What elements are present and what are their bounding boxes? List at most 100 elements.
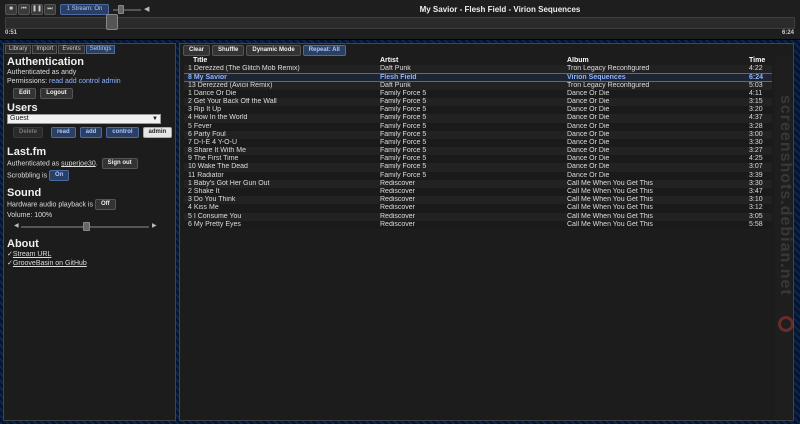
cell-album: Call Me When You Get This (567, 220, 653, 228)
volume-down-icon: ◀ (144, 6, 150, 13)
now-playing-title: My Savior - Flesh Field - Virion Sequenc… (419, 5, 581, 14)
perm-control-toggle[interactable]: control (106, 127, 139, 138)
repeat-button[interactable]: Repeat: All (302, 45, 346, 56)
github-link[interactable]: GrooveBasin on GitHub (13, 260, 87, 267)
table-row[interactable]: 5 Fever Family Force 5 Dance Or Die 3:28 (184, 122, 772, 131)
previous-button[interactable]: ⏮ (18, 4, 30, 15)
column-artist[interactable]: Artist (380, 57, 566, 65)
table-row[interactable]: 4 Kiss Me Rediscover Call Me When You Get … (184, 204, 772, 213)
stream-toggle-button[interactable]: 1 Stream: On (60, 4, 109, 15)
volume-handle[interactable] (83, 222, 90, 231)
cell-title: 11 Radiator (188, 171, 224, 179)
cell-time: 3:30 (749, 179, 763, 187)
about-link-row: ✓GrooveBasin on GitHub (7, 259, 175, 268)
volume-up-icon: ▶ (152, 223, 157, 229)
clear-button[interactable]: Clear (183, 45, 211, 56)
cell-album: Dance Or Die (567, 138, 610, 146)
delete-user-button[interactable]: Delete (13, 127, 44, 138)
cell-time: 4:25 (749, 155, 763, 163)
seek-bar-handle[interactable] (106, 14, 119, 30)
cell-title: 2 Shake It (188, 188, 220, 195)
cell-title: 1 Baby's Got Her Gun Out (188, 179, 270, 187)
cell-album: Call Me When You Get This (567, 179, 653, 187)
table-row[interactable]: 1 Dance Or Die Family Force 5 Dance Or Die… (184, 89, 772, 98)
table-row[interactable]: 10 Wake The Dead Family Force 5 Dance Or D… (184, 163, 772, 172)
cell-album: Dance Or Die (567, 155, 610, 163)
cell-title: 3 Rip It Up (188, 106, 222, 114)
volume-text: Volume: 100% (7, 212, 53, 219)
cell-artist: Rediscover (380, 212, 416, 220)
cell-artist: Family Force 5 (380, 122, 427, 130)
volume-down-icon: ◀ (14, 223, 19, 229)
user-select[interactable]: Guest ▼ (7, 114, 161, 124)
perm-admin-toggle[interactable]: admin (142, 127, 173, 138)
cell-artist: Rediscover (380, 204, 416, 212)
edit-button[interactable]: Edit (13, 88, 37, 99)
auth-user-text: Authenticated as andy (7, 69, 77, 76)
cell-time: 4:11 (749, 89, 763, 97)
column-album[interactable]: Album (567, 57, 747, 65)
cell-artist: Daft Punk (380, 65, 411, 73)
cell-time: 4:22 (749, 65, 763, 73)
table-row[interactable]: 7 D-I-E 4 Y-O-U Family Force 5 Dance Or Di… (184, 138, 772, 148)
lastfm-heading: Last.fm (7, 146, 47, 158)
table-row[interactable]: 2 Get Your Back Off the Wall Family Force… (184, 97, 772, 107)
table-row[interactable]: 9 The First Time Family Force 5 Dance Or D… (184, 155, 772, 164)
logout-button[interactable]: Logout (40, 88, 73, 99)
lastfm-sign-out-button[interactable]: Sign out (101, 158, 138, 169)
auth-heading: Authentication (7, 56, 84, 68)
scrobbling-toggle[interactable]: On (49, 170, 70, 181)
column-time[interactable]: Time (749, 57, 771, 65)
tab-events[interactable]: Events (58, 45, 85, 54)
perm-add-toggle[interactable]: add (79, 127, 103, 138)
cell-title: 4 How In the World (188, 114, 248, 122)
shuffle-button[interactable]: Shuffle (212, 45, 245, 56)
table-row[interactable]: 8 My Savior Flesh Field Virion Sequences 6:… (184, 73, 772, 82)
volume-slider-handle[interactable] (118, 5, 124, 14)
tab-library[interactable]: Library (5, 45, 32, 54)
play-pause-button[interactable]: ❚❚ (31, 4, 43, 15)
table-row[interactable]: 6 Party Foul Family Force 5 Dance Or Die 3:… (184, 130, 772, 139)
tab-settings[interactable]: Settings (85, 45, 116, 54)
cell-time: 3:05 (749, 212, 763, 220)
table-row[interactable]: 5 I Consume You Rediscover Call Me When Yo… (184, 212, 772, 221)
cell-artist: Family Force 5 (380, 130, 427, 138)
settings-panel: Authentication Authenticated as andy Per… (7, 56, 175, 268)
hardware-playback-toggle[interactable]: Off (94, 199, 116, 210)
stop-button[interactable]: ■ (5, 4, 17, 15)
cell-album: Dance Or Die (567, 114, 610, 122)
cell-title: 6 Party Foul (188, 130, 226, 138)
seek-bar[interactable] (5, 17, 795, 29)
permissions-label: Permissions: (7, 78, 48, 85)
player-bar: ■ ⏮ ❚❚ ⏭ 1 Stream: On ◀ My Savior - Fles… (0, 0, 800, 40)
settings-volume-slider[interactable]: ◀ ▶ (7, 222, 175, 232)
cell-time: 5:03 (749, 81, 763, 89)
dynamic-mode-button[interactable]: Dynamic Mode (246, 45, 301, 56)
column-title[interactable]: Title (193, 57, 383, 65)
cell-time: 3:27 (749, 147, 763, 155)
table-row[interactable]: 3 Do You Think Rediscover Call Me When You… (184, 196, 772, 205)
cell-album: Tron Legacy Reconfigured (567, 81, 650, 89)
table-row[interactable]: 11 Radiator Family Force 5 Dance Or Die 3:3… (184, 171, 772, 180)
table-row[interactable]: 2 Shake It Rediscover Call Me When You Get… (184, 188, 772, 197)
table-row[interactable]: 1 Baby's Got Her Gun Out Rediscover Call M… (184, 179, 772, 188)
tab-import[interactable]: Import (32, 45, 58, 54)
stream-url-link[interactable]: Stream URL (13, 251, 52, 258)
scrobbling-line: Scrobbling is On (7, 170, 175, 182)
table-row[interactable]: 6 My Pretty Eyes Rediscover Call Me When Y… (184, 220, 772, 229)
table-row[interactable]: 13 Derezzed (Avicii Remix) Daft Punk Tron … (184, 81, 772, 90)
cell-artist: Family Force 5 (380, 171, 427, 179)
perm-read-toggle[interactable]: read (50, 127, 76, 138)
cell-title: 6 My Pretty Eyes (188, 220, 241, 228)
cell-album: Dance Or Die (567, 171, 610, 179)
about-heading: About (7, 238, 39, 250)
table-row[interactable]: 8 Share It With Me Family Force 5 Dance Or… (184, 147, 772, 156)
cell-album: Call Me When You Get This (567, 196, 653, 204)
lastfm-username-link[interactable]: superjoe30 (61, 160, 96, 167)
table-row[interactable]: 3 Rip It Up Family Force 5 Dance Or Die 3:2… (184, 106, 772, 115)
table-row[interactable]: 1 Derezzed (The Glitch Mob Remix) Daft Pu… (184, 65, 772, 74)
playlist-toolbar: Clear Shuffle Dynamic Mode Repeat: All (183, 45, 348, 56)
next-button[interactable]: ⏭ (44, 4, 56, 15)
cell-artist: Rediscover (380, 188, 416, 195)
table-row[interactable]: 4 How In the World Family Force 5 Dance Or… (184, 114, 772, 123)
